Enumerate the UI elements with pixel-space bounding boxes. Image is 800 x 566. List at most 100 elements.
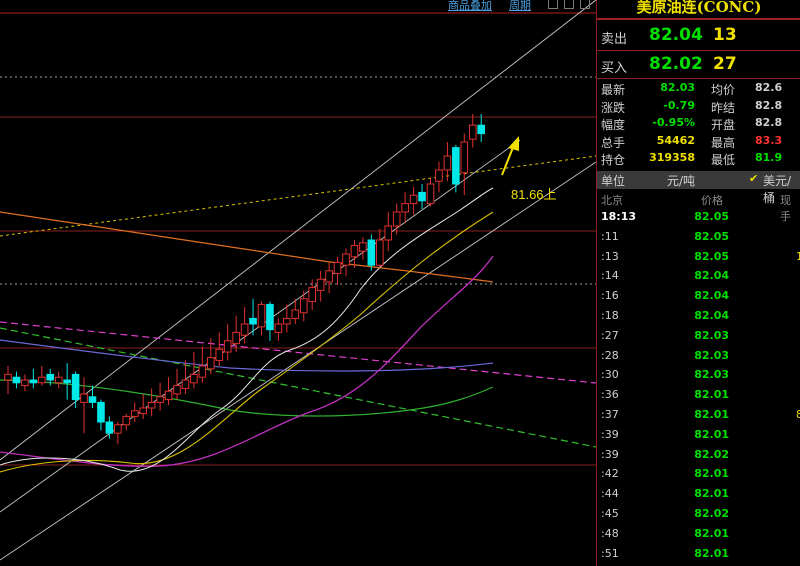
candle-body bbox=[181, 379, 190, 389]
stat-value: -0.95% bbox=[652, 116, 695, 129]
tick-time: :30 bbox=[601, 368, 619, 382]
tick-row[interactable]: :13 82.05 1 bbox=[597, 250, 800, 270]
green-dashed-trendline bbox=[0, 327, 596, 448]
candle-body bbox=[46, 373, 55, 381]
buy-label: 买入 bbox=[601, 61, 628, 76]
candle-body bbox=[401, 203, 409, 213]
tick-row[interactable]: 18:13 82.05 bbox=[597, 210, 800, 230]
annotation-label: 81.66上 bbox=[511, 187, 557, 202]
tick-row[interactable]: :42 82.01 bbox=[597, 467, 800, 487]
tick-time: :44 bbox=[601, 487, 619, 501]
tick-row[interactable]: :37 82.01 8 bbox=[597, 408, 800, 428]
buy-volume: 27 bbox=[713, 54, 737, 74]
tick-price: 82.01 bbox=[694, 408, 729, 421]
check-icon[interactable]: ✔ bbox=[749, 172, 758, 185]
candle-body bbox=[308, 287, 316, 303]
minimize-icon[interactable] bbox=[548, 0, 558, 9]
candle-body bbox=[80, 393, 88, 403]
tick-price: 82.02 bbox=[694, 507, 729, 520]
kline-chart[interactable]: 81.66上 商品叠加 周期 bbox=[0, 0, 596, 566]
tick-row[interactable]: :51 82.01 bbox=[597, 547, 800, 566]
ma-blue bbox=[0, 339, 494, 372]
tick-volume: 8 bbox=[796, 408, 800, 421]
stat-label: 最高 bbox=[711, 135, 736, 150]
candle-body bbox=[342, 253, 350, 266]
stat-label: 总手 bbox=[601, 135, 626, 150]
overlay-link[interactable]: 商品叠加 bbox=[448, 0, 492, 13]
candle-body bbox=[274, 323, 283, 333]
stat-label: 昨结 bbox=[711, 100, 736, 115]
candle-body bbox=[122, 415, 131, 426]
candle-body bbox=[190, 373, 198, 384]
ma-yellow bbox=[0, 211, 494, 473]
candle-body bbox=[88, 396, 97, 403]
restore-icon[interactable] bbox=[564, 0, 574, 9]
channel-lower-line bbox=[0, 161, 596, 561]
tick-row[interactable]: :39 82.01 bbox=[597, 428, 800, 448]
sell-price: 82.04 bbox=[649, 25, 703, 45]
candle-body bbox=[443, 155, 452, 171]
kline-chart-svg: 81.66上 bbox=[0, 0, 596, 561]
stat-value: 319358 bbox=[649, 151, 695, 164]
tick-price: 82.02 bbox=[694, 447, 729, 461]
tick-time: :13 bbox=[601, 249, 619, 263]
tick-row[interactable]: :45 82.02 bbox=[597, 507, 800, 527]
tick-row[interactable]: :44 82.01 bbox=[597, 487, 800, 507]
instrument-title: 美原油连(CONC) bbox=[636, 0, 762, 16]
stat-label: 涨跌 bbox=[601, 100, 626, 115]
unit-value[interactable]: 元/吨 bbox=[667, 172, 695, 189]
tick-time: :39 bbox=[601, 427, 619, 441]
candle-body bbox=[240, 323, 249, 336]
candle-body bbox=[435, 169, 443, 182]
tick-time: :45 bbox=[601, 507, 619, 520]
tick-time: :42 bbox=[601, 467, 619, 481]
quote-divider bbox=[597, 78, 800, 79]
tick-row[interactable]: :14 82.04 bbox=[597, 269, 800, 289]
candle-body bbox=[468, 124, 477, 140]
stat-label: 持仓 bbox=[601, 153, 626, 167]
tick-price: 82.03 bbox=[694, 348, 729, 362]
candle-body bbox=[392, 211, 401, 227]
ticks-header-price: 价格 bbox=[701, 194, 723, 207]
stat-label: 均价 bbox=[711, 83, 736, 97]
candle-body bbox=[97, 401, 105, 423]
tick-price: 82.05 bbox=[694, 210, 729, 223]
tick-row[interactable]: :36 82.01 bbox=[597, 388, 800, 408]
candle-body bbox=[114, 424, 122, 434]
candle-body bbox=[139, 407, 147, 415]
candle-body bbox=[249, 317, 257, 325]
tick-price: 82.03 bbox=[694, 328, 729, 342]
tick-row[interactable]: :18 82.04 bbox=[597, 309, 800, 329]
tick-price: 82.05 bbox=[694, 229, 729, 243]
tick-row[interactable]: :28 82.03 bbox=[597, 349, 800, 369]
tick-time: :28 bbox=[601, 348, 619, 362]
candle-body bbox=[223, 340, 232, 353]
tick-row[interactable]: :16 82.04 bbox=[597, 289, 800, 309]
tick-row[interactable]: :30 82.03 bbox=[597, 368, 800, 388]
tick-time: :11 bbox=[601, 229, 619, 243]
candle-body bbox=[215, 348, 224, 361]
tick-time: :14 bbox=[601, 269, 619, 283]
tick-row[interactable]: :27 82.03 bbox=[597, 329, 800, 349]
candle-body bbox=[21, 379, 29, 387]
tick-row[interactable]: :11 82.05 bbox=[597, 230, 800, 250]
candle-body bbox=[173, 385, 181, 395]
tick-price: 82.04 bbox=[694, 309, 729, 322]
period-link[interactable]: 周期 bbox=[509, 0, 531, 13]
quote-divider bbox=[597, 50, 800, 51]
tick-row[interactable]: :39 82.02 bbox=[597, 448, 800, 468]
candle-body bbox=[130, 410, 139, 417]
title-divider bbox=[597, 18, 800, 20]
candle-body bbox=[63, 379, 71, 384]
tick-price: 82.01 bbox=[694, 546, 729, 560]
tick-price: 82.04 bbox=[694, 269, 729, 283]
channel-upper-line bbox=[0, 0, 596, 461]
close-icon[interactable] bbox=[580, 0, 590, 9]
ma-orange bbox=[0, 211, 494, 283]
stat-label: 幅度 bbox=[601, 118, 626, 132]
sell-volume: 13 bbox=[713, 25, 737, 45]
candle-body bbox=[257, 303, 266, 328]
tick-price: 82.01 bbox=[694, 388, 729, 402]
tick-row[interactable]: :48 82.01 bbox=[597, 527, 800, 547]
tick-price: 82.03 bbox=[694, 368, 729, 382]
